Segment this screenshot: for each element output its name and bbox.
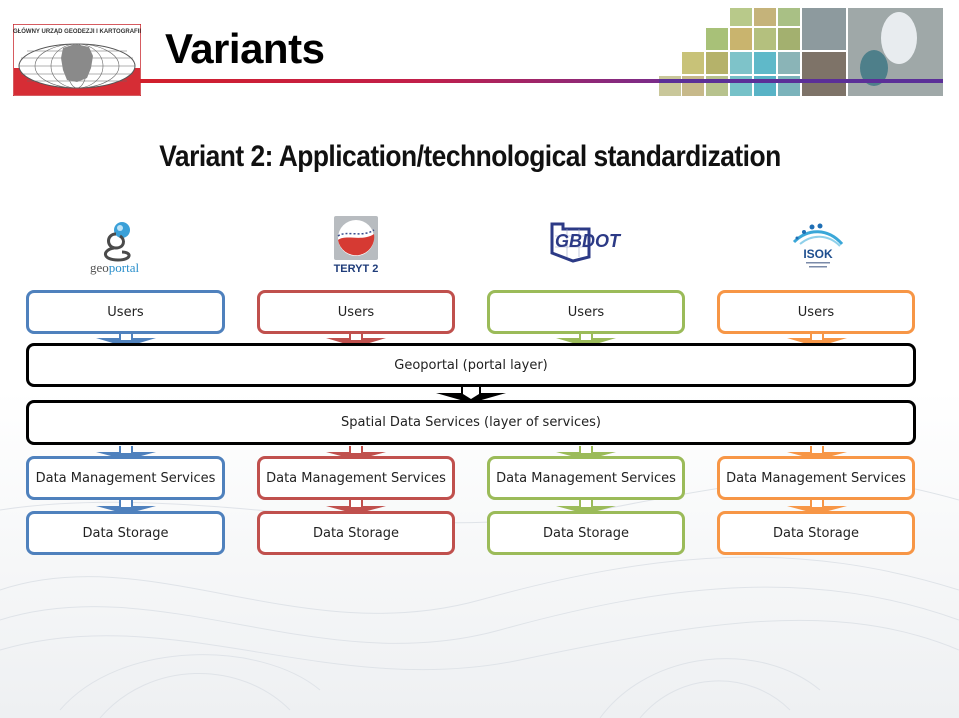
- services-layer-box: Spatial Data Services (layer of services…: [26, 400, 916, 445]
- geoportal-logo-text-b: portal: [109, 260, 140, 275]
- dms-box-gbdot: Data Management Services: [487, 456, 685, 500]
- isok-logo-text: ISOK: [803, 247, 833, 261]
- geoportal-logo: geoportal: [90, 222, 139, 275]
- satellite-mosaic-image: [659, 8, 943, 96]
- dms-label: Data Management Services: [35, 470, 216, 486]
- storage-label: Data Storage: [542, 525, 630, 541]
- gbdot-logo-text: GBDOT: [555, 231, 622, 251]
- dms-box-teryt: Data Management Services: [257, 456, 455, 500]
- teryt2-logo-text: TERYT 2: [334, 263, 379, 274]
- users-box-isok: Users: [717, 290, 915, 334]
- dms-label: Data Management Services: [496, 470, 676, 486]
- header-title: Variants: [165, 25, 325, 72]
- gbdot-logo: GBDOT: [550, 222, 622, 263]
- geoportal-layer-box: Geoportal (portal layer): [26, 343, 916, 387]
- users-label: Users: [337, 304, 375, 320]
- slide-subtitle: Variant 2: Application/technological sta…: [159, 140, 781, 173]
- storage-label: Data Storage: [772, 525, 860, 541]
- users-label: Users: [107, 304, 144, 320]
- dms-box-isok: Data Management Services: [717, 456, 915, 500]
- services-layer-label: Spatial Data Services (layer of services…: [341, 415, 601, 430]
- users-box-geoportal: Users: [26, 290, 225, 334]
- geoportal-logo-text-a: geo: [90, 260, 109, 275]
- storage-box-geoportal: Data Storage: [26, 511, 225, 555]
- storage-box-teryt: Data Storage: [257, 511, 455, 555]
- storage-box-isok: Data Storage: [717, 511, 915, 555]
- gugik-logo-text: GŁÓWNY URZĄD GEODEZJI I KARTOGRAFII: [13, 27, 141, 35]
- svg-text:geoportal: geoportal: [90, 260, 139, 275]
- storage-label: Data Storage: [312, 525, 400, 541]
- dms-label: Data Management Services: [726, 470, 906, 486]
- users-label: Users: [567, 304, 605, 320]
- users-box-teryt: Users: [257, 290, 455, 334]
- storage-box-gbdot: Data Storage: [487, 511, 685, 555]
- users-box-gbdot: Users: [487, 290, 685, 334]
- dms-box-geoportal: Data Management Services: [26, 456, 225, 500]
- teryt2-logo: TERYT 2: [334, 216, 379, 274]
- users-label: Users: [797, 304, 835, 320]
- gugik-logo: GŁÓWNY URZĄD GEODEZJI I KARTOGRAFII: [13, 24, 141, 96]
- storage-label: Data Storage: [82, 525, 169, 541]
- dms-label: Data Management Services: [266, 470, 446, 486]
- geoportal-layer-label: Geoportal (portal layer): [394, 357, 548, 373]
- isok-logo: ISOK: [792, 223, 844, 268]
